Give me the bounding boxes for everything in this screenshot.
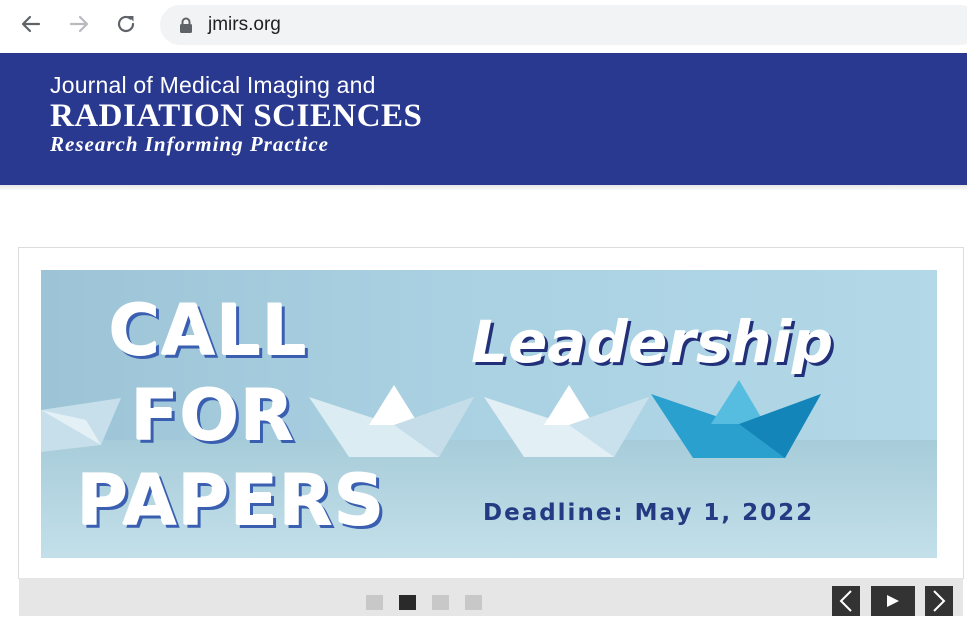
forward-button[interactable]	[64, 9, 94, 39]
carousel-dot-2[interactable]	[399, 595, 416, 610]
blue-paper-boat-icon	[651, 380, 821, 458]
browser-toolbar: jmirs.org	[0, 0, 967, 52]
paper-boat-icon	[309, 385, 474, 457]
call-for-papers-banner[interactable]: CALL FOR PAPERS Leadership Deadline: May…	[41, 270, 937, 558]
banner-heading-call: CALL	[109, 290, 308, 372]
logo-tagline: Research Informing Practice	[50, 132, 329, 156]
carousel-dot-1[interactable]	[366, 595, 383, 610]
reload-button[interactable]	[111, 9, 141, 39]
play-icon	[887, 595, 899, 607]
back-button[interactable]	[16, 9, 46, 39]
url-text[interactable]: jmirs.org	[208, 14, 281, 36]
site-header: Journal of Medical Imaging and RADIATION…	[0, 53, 967, 185]
lock-icon[interactable]	[178, 16, 194, 34]
carousel-controls	[19, 578, 963, 616]
banner-topic: Leadership	[471, 308, 834, 376]
banner-carousel: CALL FOR PAPERS Leadership Deadline: May…	[18, 247, 964, 616]
journal-logo[interactable]: Journal of Medical Imaging and RADIATION…	[50, 71, 422, 155]
carousel-dot-4[interactable]	[465, 595, 482, 610]
arrow-right-icon	[69, 15, 89, 33]
carousel-play-button[interactable]	[871, 586, 915, 616]
carousel-dot-3[interactable]	[432, 595, 449, 610]
logo-title-line2: RADIATION SCIENCES	[50, 98, 423, 134]
paper-boat-icon	[484, 385, 649, 457]
header-divider	[0, 185, 967, 191]
reload-icon	[117, 15, 135, 33]
banner-deadline: Deadline: May 1, 2022	[483, 500, 815, 526]
logo-title-line1: Journal of Medical Imaging and	[50, 72, 376, 98]
banner-heading-papers: PAPERS	[77, 460, 386, 542]
arrow-left-icon	[21, 15, 41, 33]
banner-heading-for: FOR	[131, 375, 296, 457]
chevron-left-icon	[839, 590, 852, 612]
paper-boat-icon	[41, 398, 121, 452]
chevron-right-icon	[933, 590, 946, 612]
address-bar[interactable]: jmirs.org	[160, 5, 967, 45]
carousel-prev-button[interactable]	[832, 586, 860, 616]
carousel-next-button[interactable]	[925, 586, 953, 616]
